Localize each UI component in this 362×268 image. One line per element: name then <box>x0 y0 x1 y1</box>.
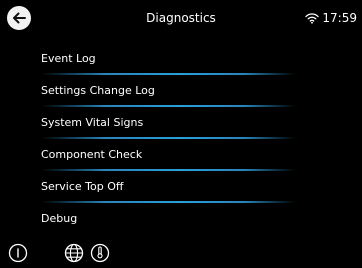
thermometer-icon <box>90 243 110 263</box>
menu-item-component-check[interactable]: Component Check <box>0 139 362 171</box>
info-button[interactable] <box>8 243 28 263</box>
diagnostics-screen: Diagnostics 17:59 Event Log Settings Cha… <box>0 0 362 268</box>
menu-item-settings-change-log[interactable]: Settings Change Log <box>0 75 362 107</box>
status-indicators: 17:59 <box>305 10 357 26</box>
menu-item-label: Debug <box>41 212 78 225</box>
menu-item-debug[interactable]: Debug <box>0 203 362 235</box>
info-icon <box>8 243 28 263</box>
clock-time: 17:59 <box>322 11 357 25</box>
temperature-button[interactable] <box>90 243 110 263</box>
menu-item-label: Settings Change Log <box>41 84 155 97</box>
menu-item-label: Event Log <box>41 52 96 65</box>
menu-item-event-log[interactable]: Event Log <box>0 43 362 75</box>
header-bar: Diagnostics 17:59 <box>0 0 362 36</box>
globe-icon <box>64 243 84 263</box>
menu-item-system-vital-signs[interactable]: System Vital Signs <box>0 107 362 139</box>
menu-item-service-top-off[interactable]: Service Top Off <box>0 171 362 203</box>
language-button[interactable] <box>64 243 84 263</box>
footer-bar <box>0 238 362 268</box>
wifi-icon <box>305 13 320 24</box>
diagnostics-menu: Event Log Settings Change Log System Vit… <box>0 43 362 235</box>
menu-item-label: System Vital Signs <box>41 116 144 129</box>
menu-item-label: Service Top Off <box>41 180 124 193</box>
menu-item-label: Component Check <box>41 148 143 161</box>
